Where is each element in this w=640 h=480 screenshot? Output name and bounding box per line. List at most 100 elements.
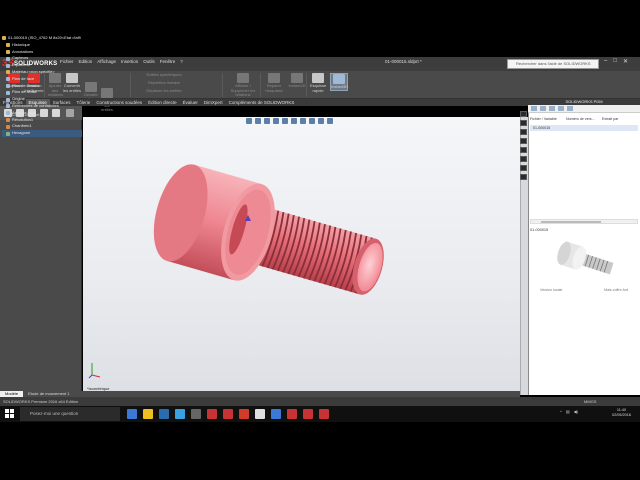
- menu-item[interactable]: Outils: [143, 59, 155, 64]
- resources-icon[interactable]: [520, 111, 527, 117]
- forum-icon[interactable]: [520, 174, 527, 180]
- menu-item[interactable]: Fenêtre: [160, 59, 176, 64]
- ribbon-button[interactable]: Esquisse rapide: [310, 73, 326, 93]
- feature-tree-item[interactable]: Plan de droite: [2, 89, 82, 96]
- minimize-icon[interactable]: –: [604, 58, 607, 65]
- task-pane-scrollbar[interactable]: [530, 219, 638, 224]
- display-style-icon[interactable]: [291, 118, 297, 124]
- view-orientation-icon[interactable]: [282, 118, 288, 124]
- feature-tree-label: Plan de droite: [12, 89, 37, 95]
- get-version-icon[interactable]: [549, 106, 555, 111]
- column-header[interactable]: Numéro de vers...: [566, 117, 602, 124]
- task-pane-file-row[interactable]: 01-000015: [530, 125, 638, 131]
- appearances-icon[interactable]: [520, 156, 527, 162]
- tab-6[interactable]: Évaluer: [180, 99, 201, 106]
- taskbar-app-icon[interactable]: [127, 409, 137, 419]
- column-header[interactable]: Fichier / Variable: [530, 117, 566, 124]
- close-icon[interactable]: ✕: [623, 58, 628, 65]
- feature-tree-item[interactable]: Capteurs: [2, 55, 82, 62]
- feature-tree-item[interactable]: Origine: [2, 96, 82, 103]
- column-header[interactable]: Extrait par: [602, 117, 638, 124]
- ribbon-button[interactable]: Instant2D: [288, 73, 306, 89]
- feature-tree-label: Hexagone: [12, 130, 31, 136]
- taskbar-app-icon[interactable]: [271, 409, 281, 419]
- zoom-area-icon[interactable]: [255, 118, 261, 124]
- refresh-icon[interactable]: [558, 106, 564, 111]
- ribbon-button[interactable]: Répétition linéaire: [134, 80, 194, 86]
- tab-7[interactable]: DimXpert: [201, 99, 226, 106]
- custom-properties-icon[interactable]: [520, 165, 527, 171]
- edit-appearance-icon[interactable]: [309, 118, 315, 124]
- taskbar-app-icon[interactable]: [207, 409, 217, 419]
- ribbon-button[interactable]: Déplacer les entités: [134, 88, 194, 94]
- section-view-icon[interactable]: [273, 118, 279, 124]
- taskbar-app-icon[interactable]: [287, 409, 297, 419]
- view-settings-icon[interactable]: [327, 118, 333, 124]
- window-title: 01-000015.sldprt *: [385, 59, 422, 64]
- taskbar-app-icon[interactable]: [223, 409, 233, 419]
- taskbar-app-icon[interactable]: [239, 409, 249, 419]
- network-icon[interactable]: ▤: [566, 409, 570, 414]
- zoom-to-fit-icon[interactable]: [246, 118, 252, 124]
- feature-tree-item[interactable]: Axes de base: [2, 110, 82, 117]
- ribbon-button[interactable]: Afficher / Supprimer les relations: [226, 73, 260, 98]
- status-left-text: SOLIDWORKS Premium 2016 x64 Edition: [3, 399, 79, 404]
- file-explorer-icon[interactable]: [520, 129, 527, 135]
- feature-tree-item[interactable]: Chanfrein1: [2, 123, 82, 130]
- scroll-thumb[interactable]: [541, 221, 601, 223]
- view-palette-icon[interactable]: [520, 147, 527, 153]
- mate-icon: [6, 104, 10, 109]
- menu-item[interactable]: ?: [180, 59, 183, 64]
- taskbar-app-icon[interactable]: [175, 409, 185, 419]
- ribbon-button[interactable]: Réparer l'esquisse: [264, 73, 284, 93]
- pdm-icon[interactable]: [520, 138, 527, 144]
- equation-icon: [6, 63, 10, 68]
- feature-tree-item[interactable]: Hexagone: [2, 130, 82, 137]
- help-search-input[interactable]: Rechercher dans l'aide de SOLIDWORKS: [507, 59, 599, 69]
- volume-icon[interactable]: ◀): [574, 409, 578, 414]
- taskbar-app-icon[interactable]: [143, 409, 153, 419]
- bolt-model[interactable]: [83, 117, 520, 395]
- properties-icon[interactable]: [567, 106, 573, 111]
- windows-start-icon[interactable]: [5, 409, 15, 419]
- previous-view-icon[interactable]: [264, 118, 270, 124]
- feature-tree-item[interactable]: Plan de dessus: [2, 83, 82, 90]
- check-in-icon[interactable]: [531, 106, 537, 111]
- feature-tree-item[interactable]: Révolution1: [2, 117, 82, 124]
- feature-tree-item[interactable]: Annotations: [2, 49, 82, 56]
- axis-icon: [6, 111, 10, 116]
- units-indicator[interactable]: MMGS: [584, 399, 596, 404]
- taskbar-app-icon[interactable]: [159, 409, 169, 419]
- preview-part-name: 01-000015: [530, 228, 549, 232]
- cortana-search-input[interactable]: Posez-moi une question: [20, 407, 120, 421]
- design-library-icon[interactable]: [520, 120, 527, 126]
- feature-tree-item[interactable]: Plan de face: [2, 76, 82, 83]
- menu-item[interactable]: Affichage: [97, 59, 116, 64]
- taskbar-app-icon[interactable]: [303, 409, 313, 419]
- taskbar-app-icon[interactable]: [319, 409, 329, 419]
- tree-root-item[interactable]: 01-000015 (ISO_4762 M 8x20<Etat d'affi: [2, 35, 82, 42]
- taskbar-app-icon[interactable]: [255, 409, 265, 419]
- feature-tree-label: Plan de face: [12, 75, 35, 81]
- maximize-icon[interactable]: □: [613, 58, 617, 65]
- menu-item[interactable]: Insertion: [121, 59, 138, 64]
- tray-arrow-icon[interactable]: ^: [560, 409, 562, 414]
- feature-tree-item[interactable]: Matériau <non spécifié>: [2, 69, 82, 76]
- tab-4[interactable]: Constructions soudées: [93, 99, 145, 106]
- tab-5[interactable]: Édition directe: [145, 99, 180, 106]
- taskbar-app-icon[interactable]: [191, 409, 201, 419]
- feature-tree-item[interactable]: Equations: [2, 62, 82, 69]
- graphics-area[interactable]: [83, 117, 520, 395]
- plane-icon: [6, 83, 10, 88]
- ribbon-label: Esquisse rapide: [310, 83, 327, 93]
- apply-scene-icon[interactable]: [318, 118, 324, 124]
- check-out-icon[interactable]: [540, 106, 546, 111]
- ribbon-button[interactable]: Entités symétriques: [134, 72, 194, 78]
- feature-tree-item[interactable]: Historique: [2, 42, 82, 49]
- hide-show-icon[interactable]: [300, 118, 306, 124]
- tab-8[interactable]: Compléments de SOLIDWORKS: [226, 99, 298, 106]
- feature-tree-item[interactable]: Références de contraintes: [2, 103, 82, 110]
- ribbon-separator: [306, 73, 307, 97]
- ribbon-button[interactable]: Instant3D: [330, 73, 348, 91]
- taskbar-clock[interactable]: 11:40 02/05/2016: [612, 408, 631, 418]
